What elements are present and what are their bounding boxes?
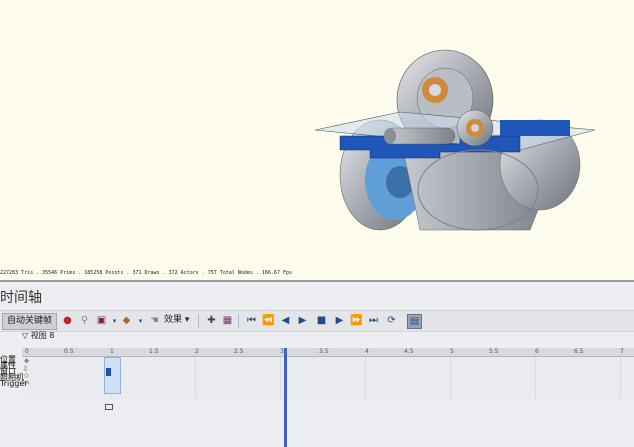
effects-label: 效果	[164, 315, 183, 325]
move-icon: ✥	[24, 358, 30, 365]
view-label: 视图 8	[30, 331, 55, 340]
gridline	[620, 357, 621, 399]
tick-label: 6	[535, 348, 539, 355]
step-forward-icon[interactable]: ▶	[333, 314, 346, 327]
settings-icon[interactable]: ▦	[221, 314, 234, 327]
loop-icon[interactable]: ⟳	[385, 314, 398, 327]
go-start-icon[interactable]: ⏮	[245, 314, 258, 327]
tick-label: 4	[365, 348, 369, 355]
link-icon[interactable]: ⚲	[78, 314, 91, 327]
trigger-marker[interactable]	[105, 404, 113, 410]
fast-forward-icon[interactable]: ⏩	[350, 314, 363, 327]
track-icons: ✥ ▯ ◇ ▭	[24, 358, 30, 386]
tick-label: 7	[620, 348, 624, 355]
tick-label: 5	[450, 348, 454, 355]
camera-icon: ▭	[24, 379, 30, 386]
timeline-toolbar: 自动关键帧 ● ⚲ ▣ ▾ ◆ ▾ ☚ 效果 ▾ ✚ ▦ ⏮ ⏪ ◀ ▶ ■ ▶…	[0, 310, 634, 332]
view-selector[interactable]: ▽ 视图 8	[22, 330, 54, 341]
gridline	[535, 357, 536, 399]
gridline	[195, 357, 196, 399]
playhead[interactable]	[284, 348, 287, 447]
toolbar-divider	[198, 314, 199, 328]
play-icon[interactable]: ▶	[296, 314, 309, 327]
property-icon: ▯	[24, 365, 28, 372]
rewind-icon[interactable]: ⏪	[262, 314, 275, 327]
auto-key-button[interactable]: 自动关键帧	[2, 313, 58, 330]
step-back-icon[interactable]: ◀	[279, 314, 292, 327]
tick-label: 1	[110, 348, 114, 355]
tick-label: 2	[195, 348, 199, 355]
window-icon: ◇	[24, 372, 29, 379]
render-stats: 227283 Tris . 35546 Prims . 185258 Point…	[0, 270, 292, 276]
time-ruler[interactable]: 0 0.5 1 1.5 2 2.5 3 3.5 4 4.5 5 5.5 6 6.…	[22, 348, 634, 357]
tick-label: 4.5	[404, 348, 414, 355]
panel-title: 时间轴	[0, 290, 42, 306]
stop-icon[interactable]: ■	[315, 314, 328, 327]
tick-label: 6.5	[574, 348, 584, 355]
gearbox-model	[314, 49, 596, 231]
tick-label: 0	[25, 348, 29, 355]
tick-label: 5.5	[489, 348, 499, 355]
tick-label: 3.5	[319, 348, 329, 355]
view-toggle-icon[interactable]: ▤	[407, 314, 422, 329]
gridline	[365, 357, 366, 399]
3d-viewport[interactable]: 227283 Tris . 35546 Prims . 185258 Point…	[0, 0, 634, 278]
dropdown-arrow-icon[interactable]: ▾	[134, 314, 147, 327]
tool-icon[interactable]: ✚	[205, 314, 218, 327]
gridline	[280, 357, 281, 399]
gridline	[450, 357, 451, 399]
bucket-icon[interactable]: ◆	[120, 314, 133, 327]
go-end-icon[interactable]: ⏭	[367, 314, 380, 327]
keyframe[interactable]	[106, 368, 111, 376]
effects-dropdown[interactable]: 效果 ▾	[152, 313, 189, 328]
camera-key-icon[interactable]: ▣	[95, 314, 108, 327]
record-icon[interactable]: ●	[61, 314, 74, 327]
tick-label: 1.5	[149, 348, 159, 355]
tick-label: 2.5	[234, 348, 244, 355]
toolbar-divider	[238, 314, 239, 328]
tick-label: 0.5	[64, 348, 74, 355]
